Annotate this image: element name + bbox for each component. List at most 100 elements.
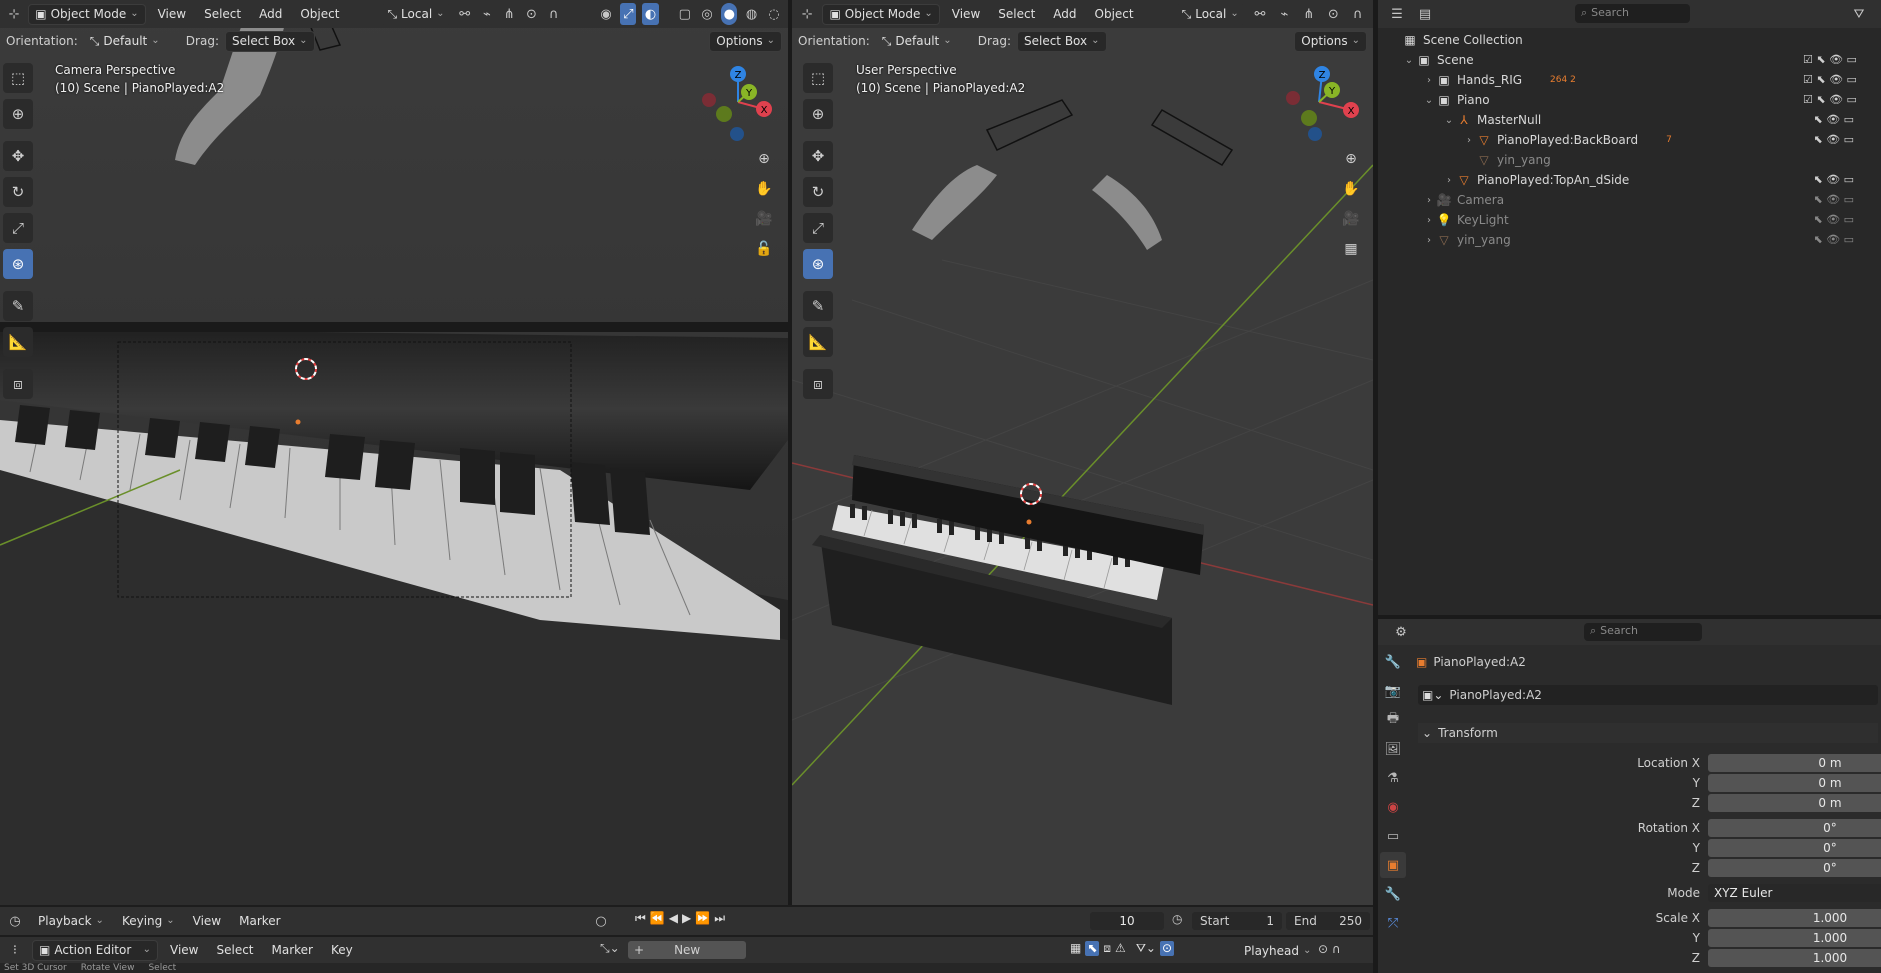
visibility-toggles[interactable]: ⬉ 👁 ▭ — [1803, 210, 1881, 230]
display-mode-icon[interactable]: ▤ — [1414, 3, 1436, 25]
visibility-toggles[interactable]: ⬉ 👁 ▭ — [1803, 130, 1881, 150]
menu-object[interactable]: Object — [1089, 5, 1140, 23]
mode-dropdown[interactable]: ▣ Object Mode ⌄ — [822, 3, 940, 25]
transform-panel-header[interactable]: ⌄ Transform — [1418, 723, 1878, 743]
menu-marker[interactable]: Marker — [233, 912, 286, 930]
falloff-icon[interactable]: ∩ — [1349, 3, 1367, 25]
menu-view[interactable]: View — [187, 912, 227, 930]
properties-search[interactable]: ⌕ Search — [1584, 623, 1702, 641]
xray-icon[interactable]: ▢ — [677, 3, 693, 25]
view-layer-tab-icon[interactable]: 🖼 — [1380, 736, 1406, 762]
ortho-grid-icon[interactable]: ▦ — [1338, 236, 1364, 262]
editor-type-icon[interactable]: ⊹ — [798, 3, 816, 25]
modifier-tab-icon[interactable]: 🔧 — [1380, 881, 1406, 907]
menu-select[interactable]: Select — [210, 941, 259, 959]
options-button[interactable]: Options ⌄ — [709, 30, 782, 52]
outliner-search[interactable]: ⌕ Search — [1575, 4, 1690, 23]
proportional-edit-icon[interactable]: ⊙ — [1324, 3, 1342, 25]
rotation-x-field[interactable]: 0° — [1708, 819, 1881, 837]
play-reverse-icon[interactable]: ◀ — [669, 911, 678, 926]
collection-tab-icon[interactable]: ▭ — [1380, 823, 1406, 849]
proportional-edit-icon[interactable]: ⊙ — [523, 3, 539, 25]
camera-view-icon[interactable]: 🎥 — [751, 206, 777, 232]
action-editor-mode-dropdown[interactable]: ▣ Action Editor ⌄ — [32, 939, 158, 961]
output-tab-icon[interactable]: 🖶 — [1380, 707, 1406, 733]
select-box-tool-icon[interactable]: ⬚ — [3, 63, 33, 93]
jump-end-icon[interactable]: ⏭ — [714, 911, 725, 926]
next-keyframe-icon[interactable]: ⏩ — [695, 911, 710, 926]
visibility-toggles[interactable]: ⬉ 👁 ▭ — [1803, 190, 1881, 210]
action-browse-icon[interactable]: ⤡⌄ — [600, 941, 620, 956]
rotate-tool-icon[interactable]: ↻ — [803, 177, 833, 207]
select-cursor-icon[interactable]: ⬉ — [1085, 941, 1100, 956]
proportional-edit-icon[interactable]: ⊙ ∩ — [1318, 942, 1341, 956]
jump-start-icon[interactable]: ⏮ — [635, 911, 646, 926]
snap-target-icon[interactable]: ⋔ — [1300, 3, 1318, 25]
dopesheet-editor-icon[interactable]: ⁝ — [4, 939, 26, 961]
timeline-editor-icon[interactable]: ◷ — [4, 910, 26, 932]
menu-view[interactable]: View — [164, 941, 204, 959]
snap-icon[interactable]: ⌁ — [1275, 3, 1293, 25]
mode-dropdown[interactable]: ▣ Object Mode ⌄ — [28, 3, 146, 25]
lock-camera-icon[interactable]: 🔓 — [751, 236, 777, 262]
world-tab-icon[interactable]: ◉ — [1380, 794, 1406, 820]
right-nav-gizmo[interactable]: Z X Y — [1277, 60, 1367, 150]
pan-hand-icon[interactable]: ✋ — [751, 176, 777, 202]
outliner-scene-collection[interactable]: ▦ Scene Collection — [1378, 30, 1881, 50]
properties-editor-icon[interactable]: ⚙ — [1390, 621, 1412, 643]
menu-view[interactable]: View — [946, 5, 986, 23]
location-x-field[interactable]: 0 m — [1708, 754, 1881, 772]
playback-menu[interactable]: Playback ⌄ — [32, 911, 110, 932]
zoom-icon[interactable]: ⊕ — [751, 146, 777, 172]
rotation-y-field[interactable]: 0° — [1708, 839, 1881, 857]
visibility-toggles[interactable]: ☑ ⬉ 👁 ▭ — [1803, 50, 1881, 70]
record-icon[interactable]: ○ — [590, 910, 612, 932]
outliner-editor-icon[interactable]: ☰ — [1386, 3, 1408, 25]
playhead-dropdown[interactable]: Playhead ⌄ — [1238, 940, 1317, 961]
transform-tool-icon[interactable]: ⊛ — [3, 249, 33, 279]
prev-keyframe-icon[interactable]: ⏪ — [650, 911, 665, 926]
scale-tool-icon[interactable]: ⤢ — [803, 213, 833, 243]
constraint-tab-icon[interactable]: ⤱ — [1380, 910, 1406, 936]
visibility-icon[interactable]: ◉ — [598, 3, 614, 25]
rotate-tool-icon[interactable]: ↻ — [3, 177, 33, 207]
annotate-tool-icon[interactable]: ✎ — [803, 291, 833, 321]
add-cube-tool-icon[interactable]: ⧈ — [803, 369, 833, 399]
object-tab-icon[interactable]: ▣ — [1380, 852, 1406, 878]
left-nav-gizmo[interactable]: Z X Y — [696, 60, 786, 150]
zoom-icon[interactable]: ⊕ — [1338, 146, 1364, 172]
rotation-mode-dropdown[interactable]: XYZ Euler⌄ — [1708, 884, 1881, 902]
end-frame-field[interactable]: End 250 — [1286, 912, 1370, 930]
filter-icon[interactable]: ⛛⌄ — [1136, 941, 1156, 956]
scene-tab-icon[interactable]: ⚗ — [1380, 765, 1406, 791]
snap-icon[interactable]: ⌁ — [479, 3, 495, 25]
clock-icon[interactable]: ◷ — [1172, 912, 1182, 926]
transform-space-dropdown[interactable]: ⤡ Local ⌄ — [1175, 3, 1245, 25]
start-frame-field[interactable]: Start 1 — [1192, 912, 1282, 930]
summary-icon[interactable]: ⧈ — [1103, 941, 1111, 956]
menu-select[interactable]: Select — [198, 5, 247, 23]
cursor-tool-icon[interactable]: ⊕ — [803, 99, 833, 129]
snap-target-icon[interactable]: ⋔ — [501, 3, 517, 25]
annotate-tool-icon[interactable]: ✎ — [3, 291, 33, 321]
shading-material-icon[interactable]: ◍ — [743, 3, 759, 25]
falloff-icon[interactable]: ∩ — [546, 3, 562, 25]
keying-menu[interactable]: Keying ⌄ — [116, 911, 181, 932]
menu-marker[interactable]: Marker — [266, 941, 319, 959]
shading-wireframe-icon[interactable]: ◎ — [699, 3, 715, 25]
visibility-toggles[interactable]: ⬉ 👁 ▭ — [1803, 110, 1881, 130]
visibility-toggles[interactable]: ⬉ 👁 ▭ — [1803, 230, 1881, 250]
render-tab-icon[interactable]: 📷 — [1380, 678, 1406, 704]
pivot-icon[interactable]: ⚯ — [457, 3, 473, 25]
camera-view-icon[interactable]: 🎥 — [1338, 206, 1364, 232]
pivot-icon[interactable]: ⚯ — [1251, 3, 1269, 25]
drag-dropdown[interactable]: Select Box ⌄ — [1016, 30, 1107, 52]
left-viewport[interactable] — [0, 0, 788, 905]
datablock-field[interactable]: ▣⌄ PianoPlayed:A2 — [1418, 685, 1878, 705]
menu-object[interactable]: Object — [294, 5, 345, 23]
orientation-dropdown[interactable]: ⤡ Default ⌄ — [876, 31, 972, 52]
scale-z-field[interactable]: 1.000 — [1708, 949, 1881, 967]
shading-rendered-icon[interactable]: ◌ — [766, 3, 782, 25]
gizmo-toggle-icon[interactable]: ⤢ — [620, 3, 637, 25]
options-button[interactable]: Options ⌄ — [1294, 30, 1367, 52]
